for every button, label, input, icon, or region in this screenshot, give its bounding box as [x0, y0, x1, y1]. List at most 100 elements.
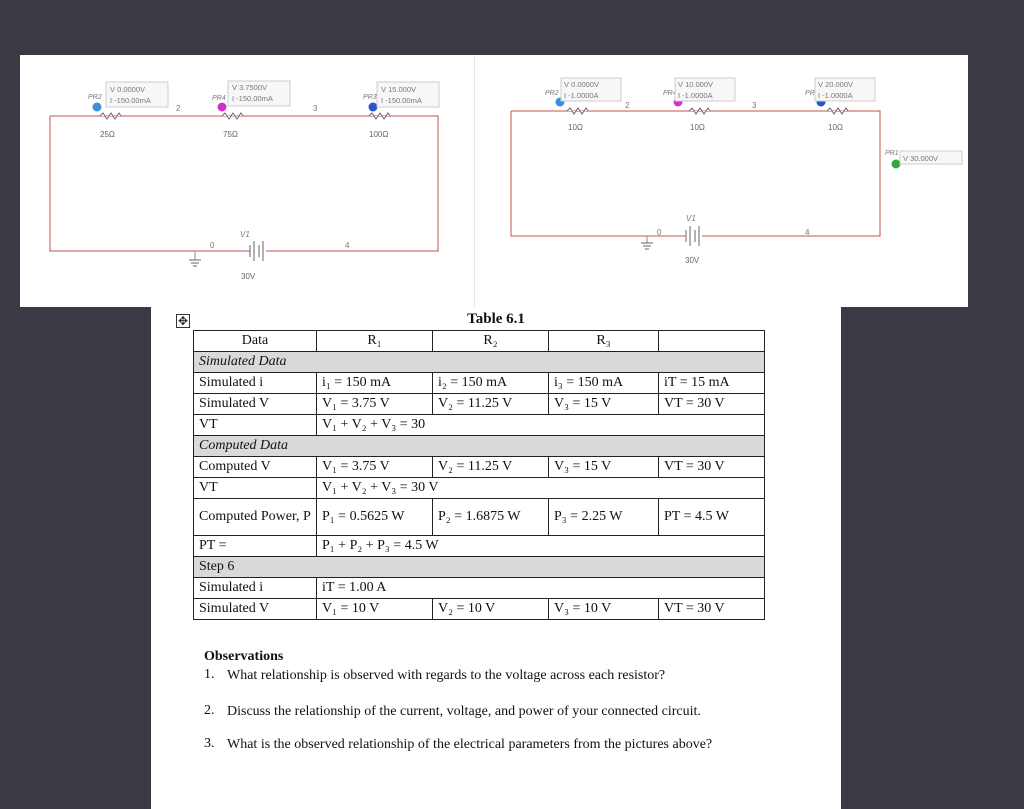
source-value: 30V	[241, 272, 256, 281]
header-cell	[658, 330, 765, 352]
table-cell: V₂ = 10 V	[432, 598, 549, 620]
table-row: Simulated V V₁ = 3.75 V V₂ = 11.25 V V₃ …	[193, 393, 765, 415]
node-label: 3	[313, 104, 318, 113]
table-cell: VT = 30 V	[658, 456, 765, 478]
table-cell: PT = 4.5 W	[658, 498, 765, 536]
probe-voltage: V 3.7500V	[232, 83, 267, 92]
resistor-icon	[221, 112, 244, 120]
table-section-row: Simulated Data	[193, 351, 765, 373]
probe-icon	[217, 102, 227, 112]
resistor-value: 100Ω	[369, 130, 388, 139]
probe-name: PR1	[885, 150, 899, 157]
node-label: 0	[210, 241, 215, 250]
table-cell: i₁ = 150 mA	[316, 372, 433, 394]
resistor-icon	[566, 107, 589, 115]
source-name: V1	[240, 230, 250, 239]
table-cell: i₃ = 150 mA	[548, 372, 659, 394]
header-cell: R₁	[316, 330, 433, 352]
node-label: 0	[657, 228, 662, 237]
probe-icon	[92, 102, 102, 112]
row-label: Computed V	[193, 456, 317, 478]
header-cell: R₂	[432, 330, 549, 352]
probe[interactable]: PR2 V 0.0000V I -150.00mA	[88, 81, 169, 112]
probe-voltage: V 0.0000V	[110, 85, 145, 94]
table-cell: VT = 30 V	[658, 598, 765, 620]
table-row: VT V₁ + V₂ + V₃ = 30 V	[193, 477, 765, 499]
probe-voltage: V 20.000V	[818, 80, 853, 89]
row-label: VT	[193, 477, 317, 499]
table-cell: V₁ + V₂ + V₃ = 30	[316, 414, 765, 436]
probe-current: I -150.00mA	[110, 96, 151, 105]
table-row: VT V₁ + V₂ + V₃ = 30	[193, 414, 765, 436]
ground-icon	[641, 242, 653, 250]
battery-icon	[685, 226, 700, 246]
node-label: 4	[345, 241, 350, 250]
source-name: V1	[686, 214, 696, 223]
observations-panel: Observations 1. What relationship is obs…	[151, 635, 841, 809]
observation-number: 3.	[204, 736, 215, 751]
probe-icon	[368, 102, 378, 112]
probe-voltage: V 30.000V	[903, 154, 938, 163]
probe-voltage: V 0.0000V	[564, 80, 599, 89]
probe-voltage: V 15.000V	[381, 85, 416, 94]
resistor-value: 10Ω	[690, 123, 705, 132]
probe-name: PR2	[88, 94, 102, 101]
left-circuit: V1 30V 2 3 0 4 25Ω 75Ω 100Ω PR2 V 0.0000…	[49, 80, 440, 281]
table-row: Computed V V₁ = 3.75 V V₂ = 11.25 V V₃ =…	[193, 456, 765, 478]
table-row: PT = P₁ + P₂ + P₃ = 4.5 W	[193, 535, 765, 557]
row-label: Simulated V	[193, 598, 317, 620]
probe-current: I -150.00mA	[232, 94, 273, 103]
table-cell: iT = 1.00 A	[316, 577, 765, 599]
section-label: Computed Data	[193, 435, 765, 457]
row-label: Simulated i	[193, 372, 317, 394]
node-label: 4	[805, 228, 810, 237]
table-row: Simulated i iT = 1.00 A	[193, 577, 765, 599]
section-label: Simulated Data	[193, 351, 765, 373]
probe[interactable]: PR3 V 15.000V I -150.00mA	[363, 81, 440, 112]
table-cell: P₁ + P₂ + P₃ = 4.5 W	[316, 535, 765, 557]
observations: Observations 1. What relationship is obs…	[204, 649, 804, 753]
probe[interactable]: PR3 V 20.000V I -1.0000A	[805, 77, 876, 107]
table-cell: V₁ + V₂ + V₃ = 30 V	[316, 477, 765, 499]
battery-icon	[249, 241, 264, 261]
wire-left	[510, 111, 685, 237]
probe-name: PR3	[363, 94, 377, 101]
probe-current: I -1.0000A	[678, 91, 713, 100]
observation-text[interactable]: What is the observed relationship of the…	[227, 736, 724, 753]
resistor-value: 25Ω	[100, 130, 115, 139]
row-label: PT =	[193, 535, 317, 557]
table-header-row: Data R₁ R₂ R₃	[193, 330, 765, 352]
row-label: VT	[193, 414, 317, 436]
table-cell: i₂ = 150 mA	[432, 372, 549, 394]
voltage-probe[interactable]: PR1 V 30.000V	[885, 150, 963, 169]
circuit-simulation-panel: V1 30V 2 3 0 4 25Ω 75Ω 100Ω PR2 V 0.0000…	[20, 55, 968, 307]
observation-item: 3. What is the observed relationship of …	[204, 736, 724, 753]
table-section-row: Step 6	[193, 556, 765, 578]
header-cell: R₃	[548, 330, 659, 352]
table-title: Table 6.1	[467, 311, 525, 327]
row-label: Computed Power, P	[193, 498, 317, 536]
resistor-value: 10Ω	[568, 123, 583, 132]
table-section-row: Computed Data	[193, 435, 765, 457]
probe[interactable]: PR2 V 0.0000V I -1.0000A	[545, 77, 622, 107]
probe[interactable]: PR4 V 10.000V I -1.0000A	[663, 77, 736, 107]
table-row: Computed Power, P P₁ = 0.5625 W P₂ = 1.6…	[193, 498, 765, 536]
observation-number: 1.	[204, 667, 215, 682]
table-cell: iT = 15 mA	[658, 372, 765, 394]
table-cell: VT = 30 V	[658, 393, 765, 415]
resistor-value: 10Ω	[828, 123, 843, 132]
observation-item: 2. Discuss the relationship of the curre…	[204, 703, 804, 720]
probe[interactable]: PR4 V 3.7500V I -150.00mA	[212, 80, 291, 112]
probe-name: PR2	[545, 90, 559, 97]
resistor-icon	[99, 112, 122, 120]
table-cell: P₃ = 2.25 W	[548, 498, 659, 536]
table-cell: P₂ = 1.6875 W	[432, 498, 549, 536]
probe-current: I -1.0000A	[564, 91, 599, 100]
data-table: Data R₁ R₂ R₃ Simulated Data Simulated i…	[193, 330, 765, 620]
node-label: 2	[625, 101, 630, 110]
resistor-icon	[368, 112, 391, 120]
probe-name: PR4	[212, 95, 226, 102]
table-cell: P₁ = 0.5625 W	[316, 498, 433, 536]
table-cell: V₁ = 3.75 V	[316, 456, 433, 478]
probe-current: I -1.0000A	[818, 91, 853, 100]
